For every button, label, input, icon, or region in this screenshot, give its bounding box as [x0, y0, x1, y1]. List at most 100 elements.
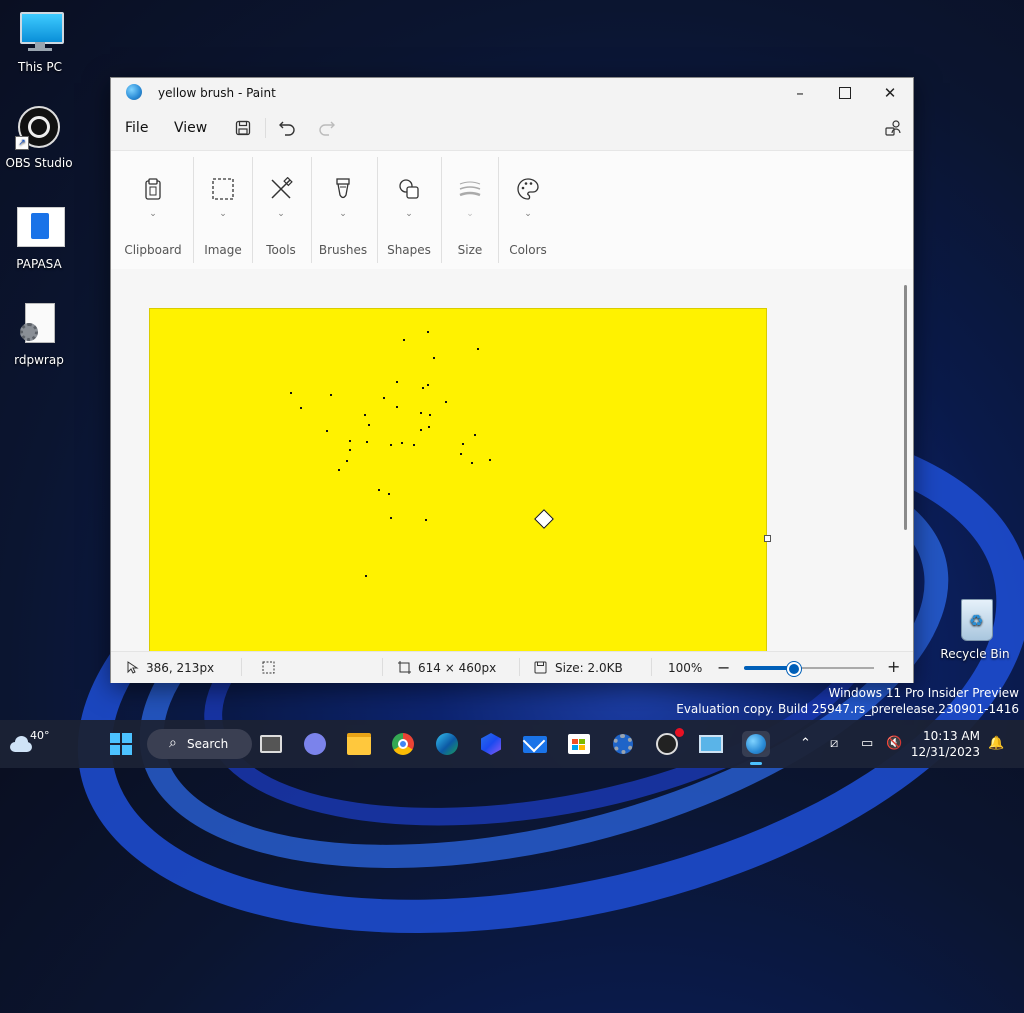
teams-button[interactable] — [302, 731, 328, 757]
brush-dot — [338, 469, 340, 471]
desktop-icon-papasa[interactable]: PAPASA — [0, 207, 79, 271]
menu-file[interactable]: File — [125, 120, 148, 136]
chrome-icon — [392, 733, 414, 755]
chevron-down-icon: ⌄ — [466, 209, 474, 219]
ribbon-group-brushes[interactable]: ⌄ Brushes — [314, 151, 372, 269]
task-view-button[interactable] — [258, 731, 284, 757]
zoom-level: 100% — [668, 661, 703, 675]
monitor-icon — [18, 10, 64, 54]
file-explorer-button[interactable] — [346, 731, 372, 757]
vertical-scrollbar[interactable] — [904, 285, 907, 530]
close-button[interactable]: ✕ — [867, 78, 913, 108]
tools-icon — [271, 177, 293, 199]
start-button[interactable] — [108, 731, 134, 757]
status-bar: 386, 213px 614 × 460px Size: 2.0KB 100% … — [111, 651, 913, 683]
zoom-slider[interactable] — [744, 662, 874, 676]
chrome-button[interactable] — [390, 731, 416, 757]
maximize-button[interactable] — [822, 78, 868, 108]
ribbon-group-shapes[interactable]: ⌄ Shapes — [381, 151, 437, 269]
desktop-icon-rdpwrap[interactable]: rdpwrap — [0, 303, 79, 367]
minimize-button[interactable]: – — [777, 78, 823, 108]
desktop-icon-obs-studio[interactable]: ↗ OBS Studio — [0, 106, 79, 170]
brush-dot — [413, 444, 415, 446]
chevron-down-icon: ⌄ — [149, 209, 157, 219]
desktop-icon-label: PAPASA — [16, 257, 62, 271]
menu-view[interactable]: View — [174, 120, 207, 136]
settings-button[interactable] — [610, 731, 636, 757]
paint-taskbar-button[interactable] — [742, 731, 770, 765]
taskbar-search[interactable]: ⌕ Search — [147, 729, 252, 759]
clock-date: 12/31/2023 — [910, 745, 980, 759]
brush-dot — [300, 407, 302, 409]
remote-desktop-button[interactable] — [698, 731, 724, 757]
brush-dot — [346, 460, 348, 462]
pointer-icon — [127, 661, 139, 674]
mail-icon — [522, 729, 547, 753]
canvas-size-icon — [398, 661, 411, 674]
redo-button[interactable] — [317, 118, 337, 138]
file-size-icon — [534, 661, 547, 674]
desktop-icon-recycle-bin[interactable]: ♻ Recycle Bin — [935, 597, 1015, 661]
undo-button[interactable] — [277, 118, 297, 138]
store-button[interactable] — [566, 731, 592, 757]
brush-dot — [326, 430, 328, 432]
desktop-icon-label: Recycle Bin — [940, 647, 1010, 661]
taskbar-clock[interactable]: 10:13 AM 12/31/2023 — [910, 728, 980, 760]
ribbon-group-clipboard[interactable]: ⌄ Clipboard — [119, 151, 187, 269]
size-icon — [459, 181, 481, 197]
status-separator — [382, 658, 383, 676]
clock-time: 10:13 AM — [923, 729, 980, 743]
zoom-out-button[interactable]: − — [717, 658, 730, 677]
chevron-up-icon[interactable]: ⌃ — [800, 736, 811, 751]
title-bar[interactable]: yellow brush - Paint – ✕ — [111, 78, 913, 108]
fill-cursor-icon — [534, 509, 554, 529]
menu-bar: File View — [111, 108, 913, 148]
window-title: yellow brush - Paint — [158, 86, 276, 100]
brush-icon — [336, 178, 350, 199]
edge-button[interactable] — [434, 731, 460, 757]
copilot-button[interactable] — [478, 731, 504, 757]
chevron-down-icon: ⌄ — [339, 209, 347, 219]
notification-bell-icon[interactable]: 🔔 — [988, 736, 1004, 751]
file-size: Size: 2.0KB — [555, 661, 623, 675]
watermark-line1: Windows 11 Pro Insider Preview — [828, 686, 1019, 700]
remote-desktop-icon — [699, 735, 723, 753]
display-icon[interactable]: ▭ — [861, 736, 873, 751]
weather-temp: 40° — [30, 729, 50, 742]
desktop-icon-this-pc[interactable]: This PC — [0, 10, 80, 74]
brush-dot — [365, 575, 367, 577]
obs-taskbar-button[interactable] — [654, 728, 684, 757]
ribbon-group-colors[interactable]: ⌄ Colors — [502, 151, 554, 269]
drawing-canvas[interactable] — [149, 308, 767, 651]
palette-icon — [517, 178, 539, 200]
brush-dot — [349, 440, 351, 442]
ribbon-group-tools[interactable]: ⌄ Tools — [255, 151, 307, 269]
brush-dot — [445, 401, 447, 403]
network-icon[interactable]: ⧄ — [830, 736, 838, 751]
brush-dot — [388, 493, 390, 495]
toolbar-separator — [265, 118, 266, 138]
ribbon-separator — [252, 157, 253, 263]
brush-dot — [462, 443, 464, 445]
chevron-down-icon: ⌄ — [219, 209, 227, 219]
search-icon: ⌕ — [169, 735, 177, 751]
ribbon-group-size[interactable]: ⌄ Size — [444, 151, 496, 269]
ribbon-group-image[interactable]: ⌄ Image — [197, 151, 249, 269]
save-button[interactable] — [233, 118, 253, 138]
brush-dot — [420, 429, 422, 431]
copilot-icon — [481, 733, 501, 755]
canvas-workspace[interactable] — [111, 269, 913, 651]
brush-dot — [330, 394, 332, 396]
ribbon: ⌄ Clipboard ⌄ Image ⌄ Tools ⌄ Brushes ⌄ … — [111, 150, 913, 270]
zoom-in-button[interactable]: + — [887, 657, 900, 676]
zoom-slider-knob[interactable] — [787, 662, 802, 676]
canvas-resize-handle[interactable] — [764, 535, 771, 542]
account-button[interactable] — [883, 118, 903, 138]
volume-muted-icon[interactable]: 🔇 — [886, 736, 902, 751]
brush-dot — [425, 519, 427, 521]
brush-dot — [429, 414, 431, 416]
weather-widget[interactable]: 40° — [8, 728, 50, 760]
brush-dot — [427, 331, 429, 333]
mail-button[interactable] — [522, 729, 548, 757]
chevron-down-icon: ⌄ — [524, 209, 532, 219]
